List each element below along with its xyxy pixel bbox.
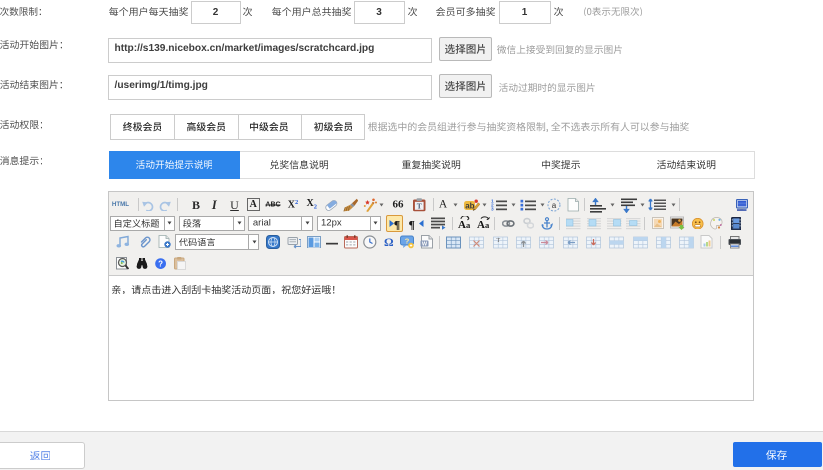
svg-text:T: T bbox=[496, 238, 500, 244]
svg-text:¶: ¶ bbox=[409, 217, 415, 230]
svg-text:3: 3 bbox=[491, 206, 494, 211]
svg-text:ab: ab bbox=[465, 201, 474, 210]
svg-text:?: ? bbox=[158, 259, 163, 268]
svg-text:W: W bbox=[422, 242, 428, 248]
svg-text:T: T bbox=[417, 201, 422, 210]
svg-text:¶: ¶ bbox=[393, 217, 399, 230]
svg-text:a: a bbox=[552, 201, 557, 210]
svg-text:A: A bbox=[477, 219, 485, 230]
svg-text:a: a bbox=[485, 220, 490, 230]
svg-text:A: A bbox=[458, 219, 466, 230]
svg-text:a: a bbox=[466, 220, 471, 230]
